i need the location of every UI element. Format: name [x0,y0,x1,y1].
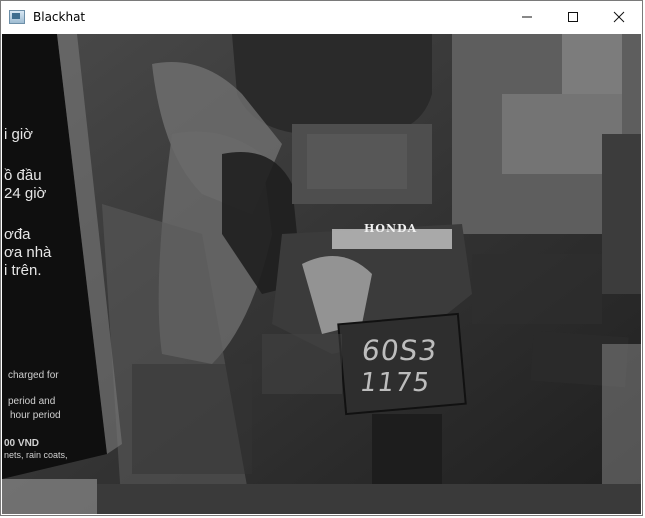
blackhat-image-view: i giờ ồ đầu 24 giờ ơđa ơa nhà i trên. ch… [2,34,641,514]
blackhat-frame [2,34,641,514]
poster-english-4: 00 VND [4,438,40,449]
bike-brand-label: HONDA [364,222,418,235]
window-title: Blackhat [33,10,86,24]
minimize-button[interactable] [504,1,550,33]
window-controls [504,1,642,33]
window-app-icon [9,10,25,24]
license-plate-top: 60S3 [359,334,440,367]
poster-english-1: charged for [8,370,59,381]
poster-line-4: ơđa [4,226,31,243]
title-bar[interactable]: Blackhat [1,1,642,33]
maximize-button[interactable] [550,1,596,33]
maximize-icon [568,12,578,22]
poster-english-3: hour period [10,410,61,421]
close-button[interactable] [596,1,642,33]
poster-line-6: i trên. [4,262,42,279]
poster-line-2: ồ đầu [4,167,42,184]
poster-english-5: nets, rain coats, [4,450,68,460]
poster-line-5: ơa nhà [4,244,52,261]
poster-line-1: i giờ [4,126,34,143]
poster-english-2: period and [8,396,56,407]
poster-line-3: 24 giờ [4,185,47,202]
minimize-icon [522,16,532,18]
app-window: Blackhat i giờ ồ đầu 24 giờ ơđa ơa nhà i… [0,0,643,516]
license-plate-bottom: 1175 [357,368,433,398]
close-icon [613,11,625,23]
